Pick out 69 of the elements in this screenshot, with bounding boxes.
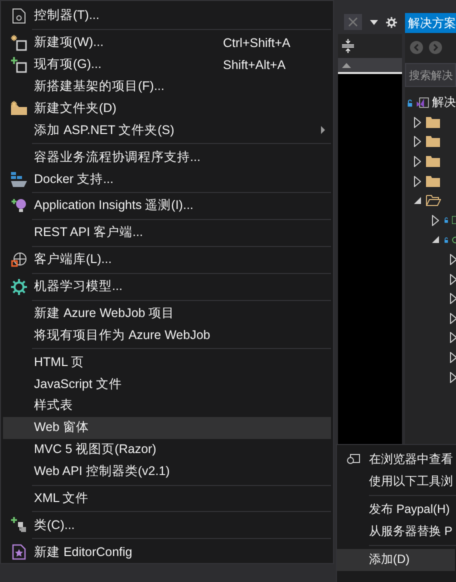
menu-item[interactable]: 新建项(W)... Ctrl+Shift+A	[3, 32, 331, 54]
expand-arrow-icon[interactable]	[450, 372, 456, 383]
menu-item[interactable]: Web API 控制器类(v2.1)	[3, 460, 331, 482]
folder-icon	[426, 156, 440, 168]
lock-icon	[407, 98, 413, 108]
collapse-arrow-icon[interactable]	[432, 236, 438, 244]
add-item-icon	[10, 56, 26, 73]
expand-arrow-icon[interactable]	[450, 254, 456, 266]
solution-icon	[416, 94, 429, 111]
scroll-up-icon[interactable]	[342, 62, 351, 68]
search-field[interactable]: 搜索解决	[405, 63, 456, 87]
expand-arrow-icon[interactable]	[450, 332, 456, 344]
expand-arrow-icon[interactable]	[432, 214, 438, 226]
menu-item[interactable]: 样式表	[3, 395, 331, 417]
panel-title: 解决方案	[405, 13, 456, 33]
menu-item[interactable]: 容器业务流程协调程序支持...	[3, 146, 331, 168]
globe-icon	[10, 252, 26, 268]
settings-icon[interactable]	[386, 16, 397, 28]
menu-item[interactable]: 类(C)...	[3, 514, 331, 536]
document-icon	[12, 8, 26, 24]
menu-item[interactable]: 控制器(T)...	[3, 5, 331, 27]
menu-item[interactable]: 添加 ASP.NET 文件夹(S)	[3, 119, 331, 142]
menu-item[interactable]: 发布 Paypal(H)	[337, 499, 455, 520]
expand-arrow-icon[interactable]	[450, 274, 456, 285]
menu-item[interactable]: 现有项(G)... Shift+Alt+A	[3, 54, 331, 76]
open-folder-icon	[426, 195, 441, 206]
menu-item[interactable]: 新建 EditorConfig	[3, 541, 331, 564]
editorconfig-icon	[12, 544, 26, 560]
expand-arrow-icon[interactable]	[450, 352, 456, 364]
lock-icon	[444, 215, 448, 226]
menu-item[interactable]: 机器学习模型...	[3, 276, 331, 298]
expand-arrow-icon[interactable]	[414, 116, 420, 128]
folder-icon	[426, 136, 440, 148]
expand-arrow-icon[interactable]	[450, 312, 456, 324]
menu-item[interactable]: 将现有项目作为 Azure WebJob	[3, 324, 331, 346]
split-icon[interactable]	[342, 39, 354, 53]
folder-icon	[426, 116, 440, 128]
dropdown-icon[interactable]	[370, 20, 378, 24]
menu-item[interactable]: 在浏览器中查看	[337, 449, 455, 470]
menu-item[interactable]: Application Insights 遥测(I)...	[3, 195, 331, 217]
menu-item[interactable]: JavaScript 文件	[3, 373, 331, 395]
expand-arrow-icon[interactable]	[414, 156, 420, 168]
menu-item[interactable]: REST API 客户端...	[3, 222, 331, 244]
lightbulb-icon	[10, 198, 26, 214]
menu-item[interactable]: 新搭建基架的项目(F)...	[3, 76, 331, 98]
menu-item[interactable]: 从服务器替换 P	[337, 520, 455, 542]
expand-arrow-icon[interactable]	[450, 293, 456, 304]
menu-item[interactable]: HTML 页	[3, 351, 331, 374]
menu-item[interactable]: 新建文件夹(D)	[3, 98, 331, 120]
menu-item[interactable]: MVC 5 视图页(Razor)	[3, 438, 331, 461]
class-icon	[10, 517, 26, 534]
menu-item[interactable]: 添加(D)	[337, 549, 455, 570]
menu-item[interactable]: Web 窗体	[3, 416, 331, 439]
tree-item-label[interactable]: 解决	[432, 94, 456, 112]
menu-item[interactable]: 新建 Azure WebJob 项目	[3, 302, 331, 324]
menu-item[interactable]: Docker 支持...	[3, 168, 331, 190]
collapse-arrow-icon[interactable]	[414, 197, 420, 204]
folder-icon	[426, 176, 440, 187]
gear-icon	[10, 278, 26, 295]
expand-arrow-icon[interactable]	[414, 176, 420, 187]
menu-item[interactable]: 使用以下工具浏	[337, 470, 455, 492]
docker-icon	[10, 172, 26, 187]
expand-arrow-icon[interactable]	[414, 136, 420, 148]
new-folder-icon	[10, 101, 26, 116]
lock-icon	[444, 234, 448, 245]
new-item-icon	[10, 34, 26, 51]
browser-icon	[346, 454, 360, 466]
menu-item[interactable]: XML 文件	[3, 488, 331, 510]
menu-item[interactable]: 客户端库(L)...	[3, 248, 331, 271]
